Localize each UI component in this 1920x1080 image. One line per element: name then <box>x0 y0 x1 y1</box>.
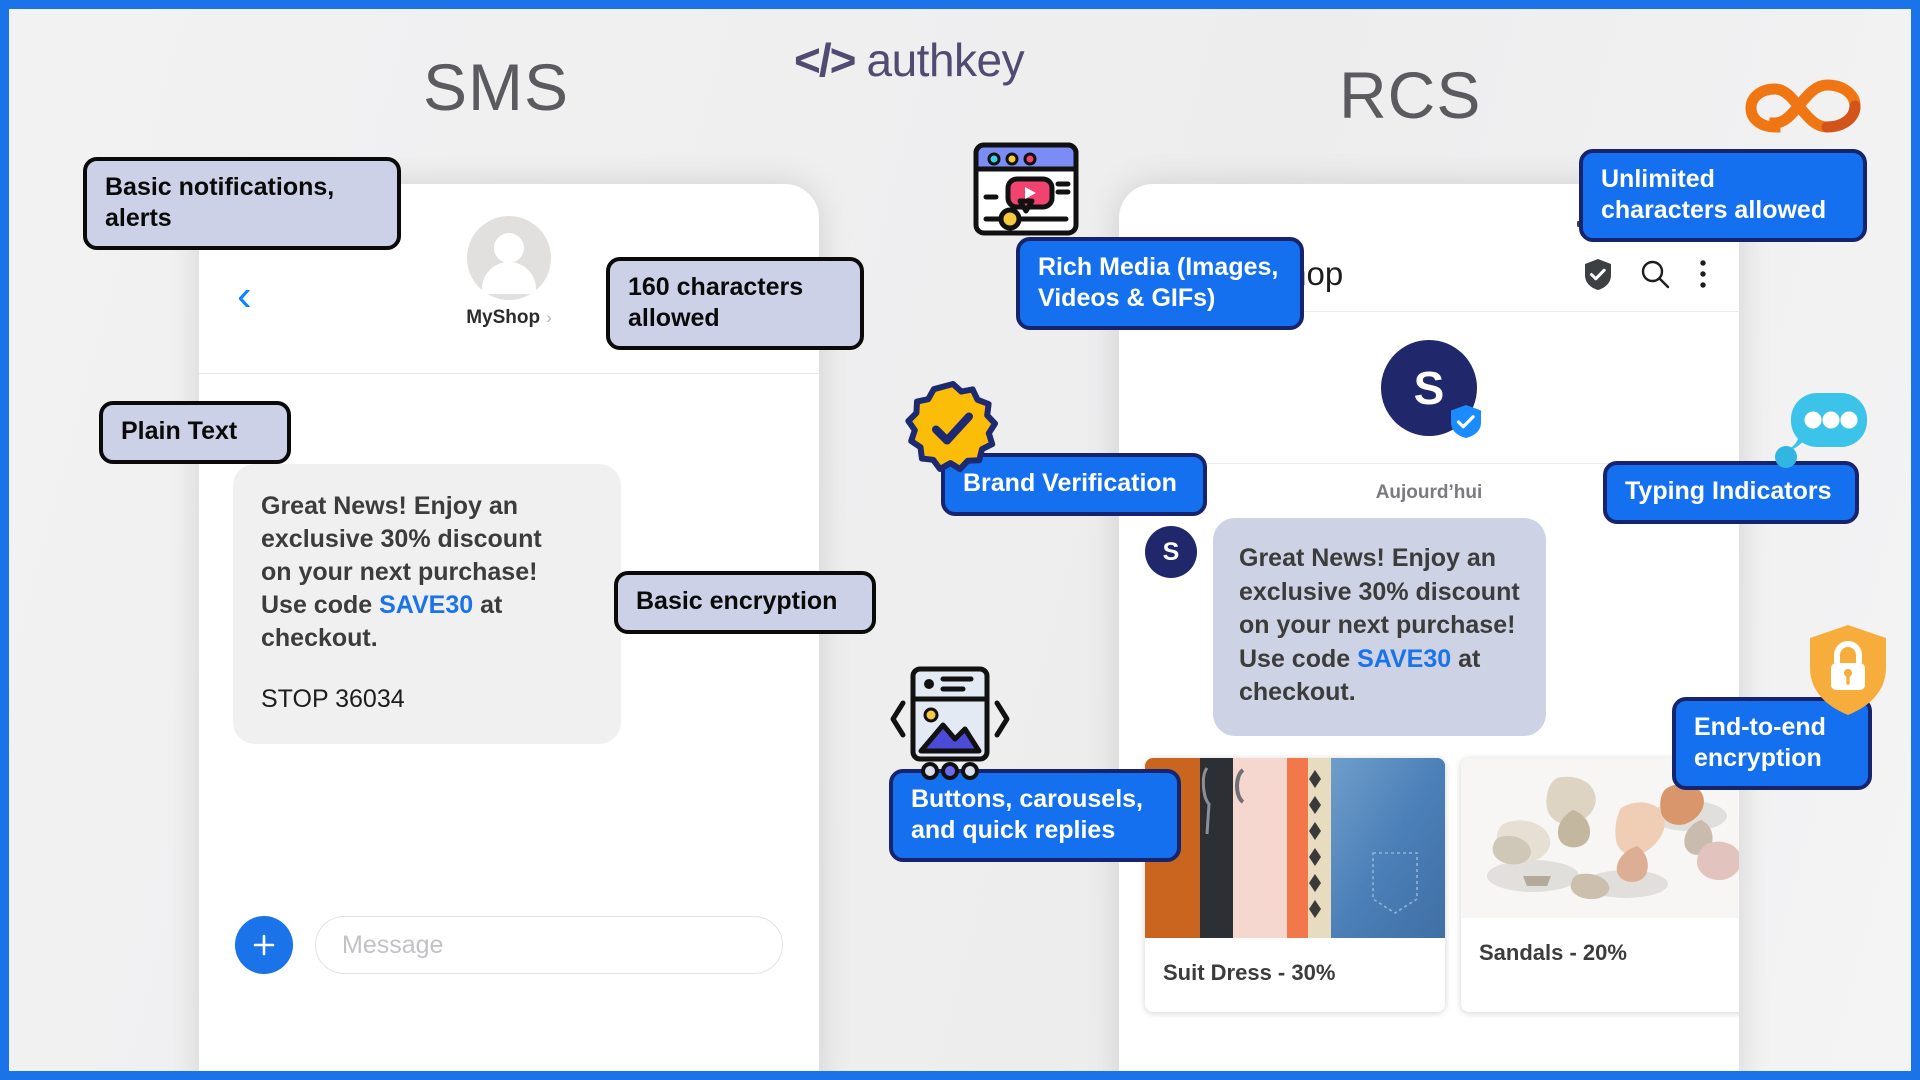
sms-msg-line3: on your next purchase! <box>261 558 538 586</box>
sms-stop-line: STOP 36034 <box>261 685 405 713</box>
rcs-msg-line4-pre: Use code <box>1239 644 1358 673</box>
product-card[interactable]: Sandals - 20% <box>1461 757 1739 1012</box>
callout-plain-text: Plain Text <box>99 401 291 464</box>
sms-msg-line1: Great News! Enjoy an <box>261 492 519 520</box>
rcs-msg-line4-post: at <box>1451 644 1481 673</box>
avatar: S <box>1381 339 1481 438</box>
callout-basic-notifications: Basic notifications, alerts <box>83 157 401 250</box>
sms-msg-line2: exclusive 30% discount <box>261 525 542 553</box>
callout-rich-media: Rich Media (Images, Videos & GIFs) <box>1016 237 1304 330</box>
sms-composer: Message <box>199 916 819 974</box>
callout-basic-encryption: Basic encryption <box>614 571 876 634</box>
infinity-icon <box>1735 67 1875 158</box>
rich-media-icon <box>972 141 1080 246</box>
verified-shield-icon[interactable] <box>1583 258 1613 290</box>
sms-msg-line4-pre: Use code <box>261 591 380 619</box>
sms-input-placeholder: Message <box>342 930 444 959</box>
rcs-msg-line3: on your next purchase! <box>1239 611 1516 639</box>
avatar-letter: S <box>1413 361 1445 414</box>
carousel-icon <box>889 657 1011 786</box>
sms-contact-name: MyShop <box>466 307 541 328</box>
plus-icon[interactable] <box>235 916 293 974</box>
avatar-letter: S <box>1162 537 1180 566</box>
rcs-promo-code: SAVE30 <box>1357 644 1452 673</box>
code-brackets-icon: </> <box>794 34 856 86</box>
product-label: Sandals - 20% <box>1479 939 1627 965</box>
sms-section-title: SMS <box>423 50 570 124</box>
avatar <box>467 216 551 300</box>
poster-frame: SMS RCS </> authkey ‹ MyShop › Great New… <box>0 0 1920 1080</box>
rcs-section-title: RCS <box>1339 58 1482 132</box>
sms-promo-code: SAVE30 <box>379 591 474 619</box>
logo-wordmark: authkey <box>866 34 1025 86</box>
authkey-logo: </> authkey <box>794 33 1025 87</box>
overflow-menu-icon[interactable] <box>1697 258 1709 290</box>
avatar: S <box>1145 526 1197 578</box>
typing-bubble-icon <box>1769 387 1873 484</box>
product-image-suit-dress <box>1145 757 1445 938</box>
product-label: Suit Dress - 30% <box>1163 959 1336 985</box>
chevron-right-icon: › <box>546 308 552 327</box>
rcs-msg-line5: checkout. <box>1239 678 1356 706</box>
verified-badge-icon <box>905 381 1001 482</box>
chevron-left-icon[interactable]: ‹ <box>237 274 252 318</box>
callout-unlimited-characters: Unlimited characters allowed <box>1579 149 1867 242</box>
sms-message-area: Great News! Enjoy an exclusive 30% disco… <box>199 374 819 1014</box>
sms-msg-line5: checkout. <box>261 624 378 652</box>
rcs-message-row: S Great News! Enjoy an exclusive 30% dis… <box>1119 504 1739 736</box>
sms-msg-line4-post: at <box>473 591 503 619</box>
rcs-msg-line1: Great News! Enjoy an <box>1239 544 1497 572</box>
callout-160-characters: 160 characters allowed <box>606 257 864 350</box>
lock-shield-icon <box>1805 623 1891 724</box>
sms-message-bubble: Great News! Enjoy an exclusive 30% disco… <box>233 464 621 744</box>
search-icon[interactable] <box>1639 258 1671 290</box>
verified-badge-icon <box>1451 404 1481 438</box>
rcs-msg-line2: exclusive 30% discount <box>1239 577 1520 606</box>
product-card[interactable]: Suit Dress - 30% <box>1145 757 1445 1012</box>
sms-contact-block[interactable]: MyShop › <box>466 216 552 329</box>
search-input[interactable]: Message <box>315 916 783 974</box>
rcs-product-carousel[interactable]: Suit Dress - 30% Sandals - 20% <box>1119 736 1739 1012</box>
rcs-brand-profile: S <box>1119 312 1739 464</box>
rcs-message-bubble: Great News! Enjoy an exclusive 30% disco… <box>1213 518 1546 736</box>
